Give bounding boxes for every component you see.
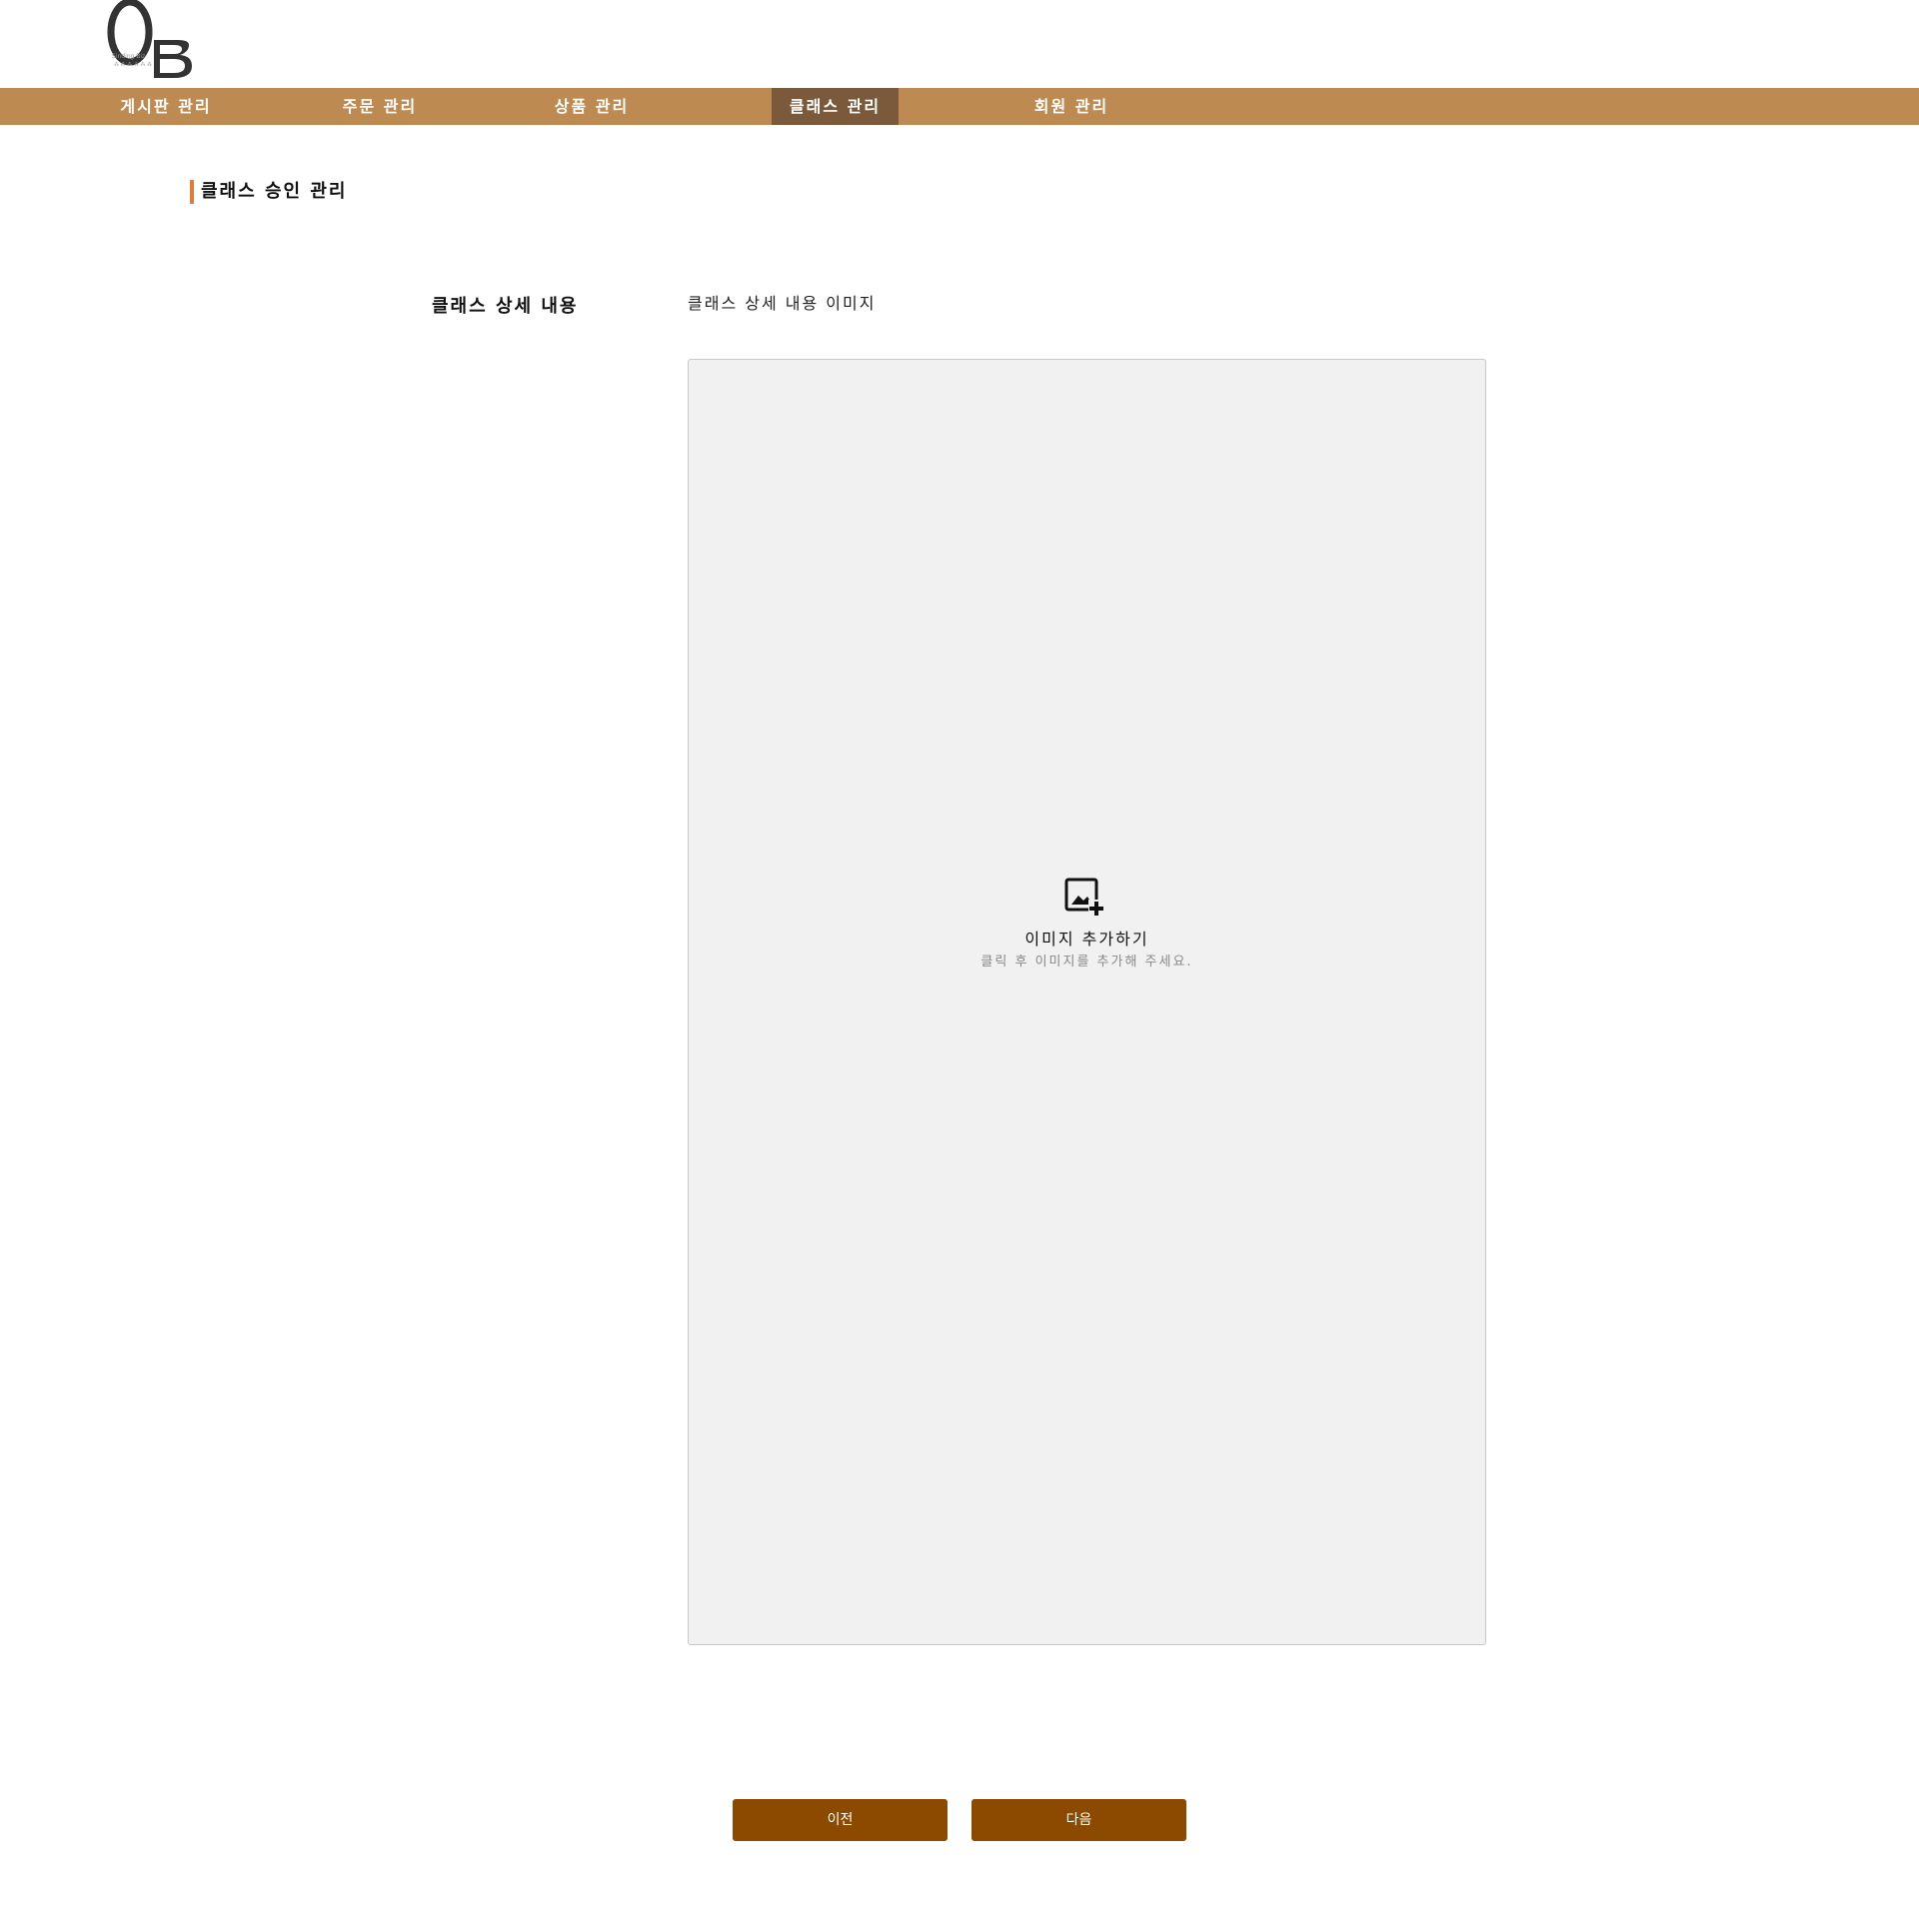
nav-item-classes[interactable]: 클래스 관리: [772, 88, 899, 125]
prev-button[interactable]: 이전: [733, 1799, 948, 1841]
next-button[interactable]: 다음: [971, 1799, 1186, 1841]
page-title: 클래스 승인 관리: [190, 180, 347, 204]
ob-logo[interactable]: Sinding Biz ⁂ ⁂ ⁂ ⁂ ⁂ ⁂: [104, 0, 196, 80]
nav-item-products[interactable]: 상품 관리: [538, 88, 646, 125]
nav-item-orders[interactable]: 주문 관리: [326, 88, 434, 125]
dropzone-title: 이미지 추가하기: [1024, 930, 1149, 949]
dropzone-subtitle: 클릭 후 이미지를 추가해 주세요.: [980, 955, 1193, 969]
nav-item-members[interactable]: 회원 관리: [1017, 88, 1125, 125]
ob-logo-icon: Sinding Biz ⁂ ⁂ ⁂ ⁂ ⁂ ⁂: [107, 0, 192, 78]
nav-item-board[interactable]: 게시판 관리: [104, 88, 228, 125]
svg-text:⁂ ⁂ ⁂ ⁂ ⁂ ⁂: ⁂ ⁂ ⁂ ⁂ ⁂ ⁂: [114, 61, 152, 68]
image-field-label: 클래스 상세 내용 이미지: [688, 294, 877, 313]
add-image-icon: [1064, 878, 1106, 918]
section-label: 클래스 상세 내용: [432, 296, 579, 317]
site-header: Sinding Biz ⁂ ⁂ ⁂ ⁂ ⁂ ⁂: [0, 0, 1919, 88]
svg-text:Sinding Biz: Sinding Biz: [112, 53, 145, 60]
image-upload-dropzone[interactable]: 이미지 추가하기 클릭 후 이미지를 추가해 주세요.: [688, 359, 1486, 1645]
main-nav: 게시판 관리 주문 관리 상품 관리 클래스 관리 회원 관리: [0, 88, 1919, 125]
